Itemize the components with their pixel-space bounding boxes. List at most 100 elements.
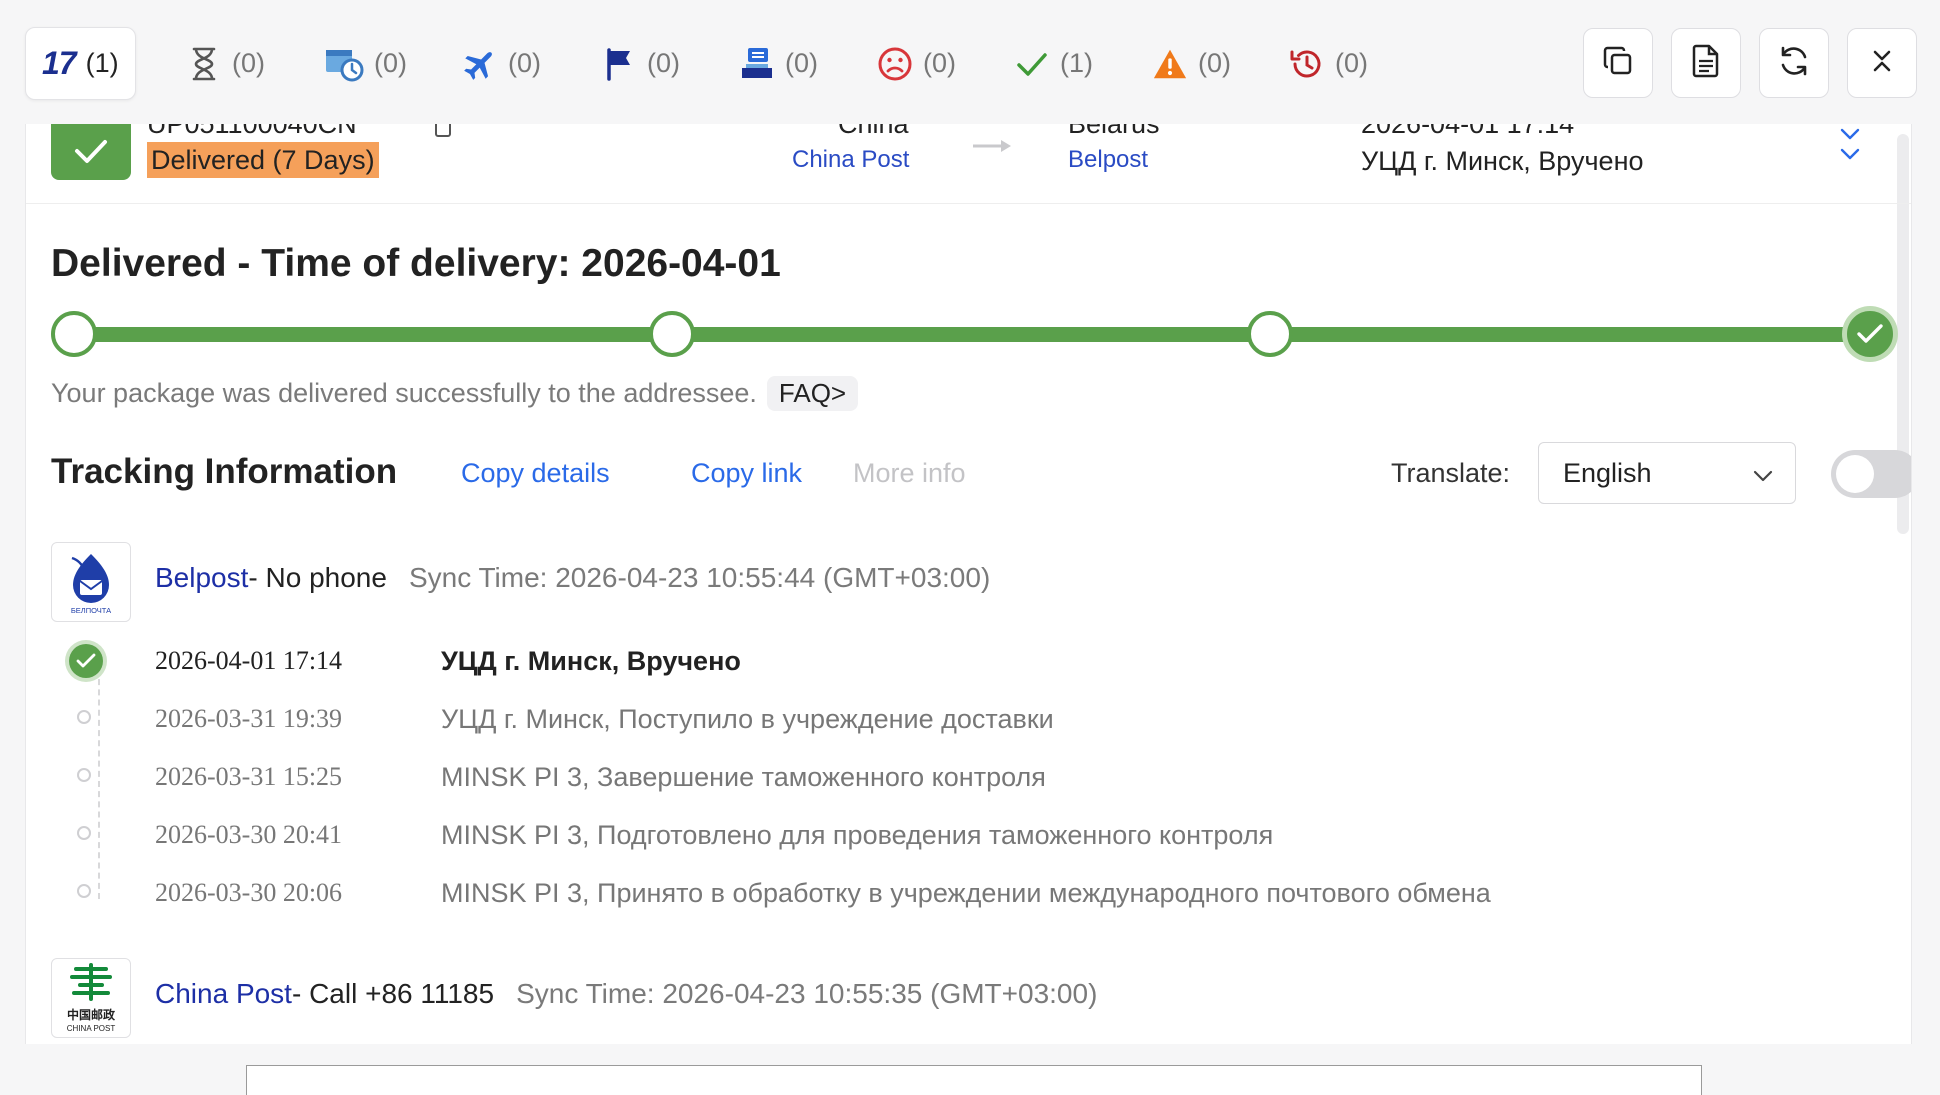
status-filter-bar: 17 (1) (0) (0) (0) (0) (0) (0) (1) (0) (… [0, 0, 1940, 124]
language-select[interactable]: English [1538, 442, 1796, 504]
warning-icon [1152, 46, 1188, 82]
delivered-days-badge: Delivered (7 Days) [147, 142, 379, 178]
carrier-china-post: 中国邮政 CHINA POST China Post- Call +86 111… [51, 958, 1893, 1038]
copy-button[interactable] [1583, 28, 1653, 98]
status-tab-alert[interactable]: (0) [1136, 27, 1247, 100]
progress-node-complete [1847, 311, 1893, 357]
event-time: 2026-03-31 15:25 [155, 762, 343, 791]
translate-toggle[interactable] [1831, 450, 1911, 498]
status-tab-delivered[interactable]: (1) [998, 27, 1109, 100]
carrier-belpost: БЕЛПОЧТА Belpost- No phone Sync Time: 202… [51, 542, 1893, 622]
timeline-dot [77, 710, 91, 724]
carrier-name-link[interactable]: China Post [155, 978, 292, 1009]
status-tab-count: (0) [508, 48, 541, 78]
china-post-logo: 中国邮政 CHINA POST [51, 958, 131, 1038]
dest-country: Belarus [1068, 124, 1160, 139]
check-icon [1014, 46, 1050, 82]
timeline-dot [77, 884, 91, 898]
status-tab-in-transit[interactable]: (0) [446, 27, 557, 100]
event-desc: УЦД г. Минск, Поступило в учреждение дос… [441, 704, 1054, 734]
bottom-panel-edge [246, 1065, 1702, 1095]
event-desc: MINSK PI 3, Завершение таможенного контр… [441, 762, 1046, 792]
event-time: 2026-04-01 17:14 [155, 646, 343, 675]
translate-label: Translate: [1391, 458, 1511, 488]
status-tab-out-for-delivery[interactable]: (0) [723, 27, 834, 100]
copy-details-link[interactable]: Copy details [461, 458, 610, 489]
delivery-title: Delivered - Time of delivery: 2026-04-01 [51, 242, 781, 285]
event-desc: MINSK PI 3, Подготовлено для проведения … [441, 820, 1274, 850]
tracking-event: 2026-03-31 15:25 MINSK PI 3, Завершение … [51, 758, 1893, 798]
status-tab-count: (1) [85, 48, 119, 78]
belpost-logo: БЕЛПОЧТА [51, 542, 131, 622]
status-tab-undelivered[interactable]: (0) [861, 27, 972, 100]
status-tab-not-found[interactable]: (0) [170, 27, 281, 100]
carrier-sync-time: Sync Time: 2026-04-23 10:55:44 (GMT+03:0… [408, 562, 991, 593]
17track-logo: 17 [42, 45, 77, 81]
last-event-time: 2026-04-01 17:14 [1361, 124, 1575, 139]
status-tab-all[interactable]: 17 (1) [25, 27, 136, 100]
origin-carrier-link[interactable]: China Post [792, 146, 909, 174]
tracking-event: 2026-03-30 20:41 MINSK PI 3, Подготовлен… [51, 816, 1893, 856]
chevron-up-icon[interactable] [1838, 128, 1862, 165]
refresh-button[interactable] [1759, 28, 1829, 98]
event-time: 2026-03-30 20:41 [155, 820, 343, 849]
status-tab-count: (0) [1335, 48, 1368, 78]
status-tab-count: (0) [374, 48, 407, 78]
sad-face-icon [877, 46, 913, 82]
last-event-desc: УЦД г. Минск, Вручено [1361, 146, 1644, 176]
status-tab-count: (1) [1060, 48, 1093, 78]
check-circle-icon [69, 644, 103, 678]
flag-icon [601, 46, 637, 82]
status-tab-count: (0) [647, 48, 680, 78]
tracking-event: 2026-04-01 17:14 УЦД г. Минск, Вручено [51, 642, 1893, 682]
carrier-contact: - No phone [248, 562, 387, 593]
shipment-summary[interactable]: UP051100040CN Delivered (7 Days) China C… [26, 124, 1911, 204]
copy-number-icon[interactable] [434, 124, 452, 143]
carrier-sync-time: Sync Time: 2026-04-23 10:55:35 (GMT+03:0… [516, 978, 1098, 1009]
refresh-icon [1777, 44, 1811, 83]
carrier-contact: - Call +86 11185 [291, 978, 495, 1009]
progress-node [1247, 311, 1293, 357]
status-tab-count: (0) [232, 48, 265, 78]
courier-icon [739, 46, 775, 82]
tracking-number: UP051100040CN [147, 124, 357, 139]
more-info-link[interactable]: More info [853, 458, 966, 489]
collapse-all-icon [1867, 46, 1897, 81]
tracking-card: UP051100040CN Delivered (7 Days) China C… [25, 124, 1912, 1044]
copy-link-link[interactable]: Copy link [691, 458, 802, 489]
faq-button[interactable]: FAQ> [766, 376, 859, 411]
china-post-info: China Post- Call +86 11185 Sync Time: 202… [155, 978, 1097, 1010]
belpost-logo-text: БЕЛПОЧТА [71, 606, 111, 615]
china-post-logo-subtext: CHINA POST [67, 1024, 116, 1033]
collapse-all-button[interactable] [1847, 28, 1917, 98]
truck-clock-icon [324, 46, 364, 82]
toggle-knob [1836, 455, 1874, 493]
status-tab-count: (0) [1198, 48, 1231, 78]
status-tab-pick-up[interactable]: (0) [585, 27, 696, 100]
belpost-info: Belpost- No phone Sync Time: 2026-04-23 1… [155, 562, 990, 594]
timeline-dot [77, 768, 91, 782]
tracking-info-title: Tracking Information [51, 452, 398, 491]
delivered-status-icon [51, 124, 131, 180]
china-post-logo-text: 中国邮政 [67, 1007, 116, 1022]
event-desc: MINSK PI 3, Принято в обработку в учрежд… [441, 878, 1491, 908]
tracking-info-header: Tracking Information Copy details Copy l… [51, 442, 1911, 504]
status-tab-count: (0) [785, 48, 818, 78]
copy-icon [1602, 45, 1634, 82]
status-tab-expired[interactable]: (0) [1273, 27, 1384, 100]
chevron-down-icon [1753, 458, 1773, 489]
airplane-icon [462, 46, 498, 82]
progress-bar-fill [71, 327, 1873, 342]
origin-country: China [838, 124, 909, 139]
tracking-event: 2026-03-31 19:39 УЦД г. Минск, Поступило… [51, 700, 1893, 740]
delivery-progress [51, 309, 1893, 359]
carrier-name-link[interactable]: Belpost [155, 562, 248, 593]
event-time: 2026-03-30 20:06 [155, 878, 343, 907]
dest-carrier-link[interactable]: Belpost [1068, 146, 1148, 174]
progress-node [51, 311, 97, 357]
timeline-dot [77, 826, 91, 840]
route-arrow-icon [971, 136, 1017, 161]
status-tab-info-received[interactable]: (0) [308, 27, 423, 100]
event-time: 2026-03-31 19:39 [155, 704, 343, 733]
document-button[interactable] [1671, 28, 1741, 98]
